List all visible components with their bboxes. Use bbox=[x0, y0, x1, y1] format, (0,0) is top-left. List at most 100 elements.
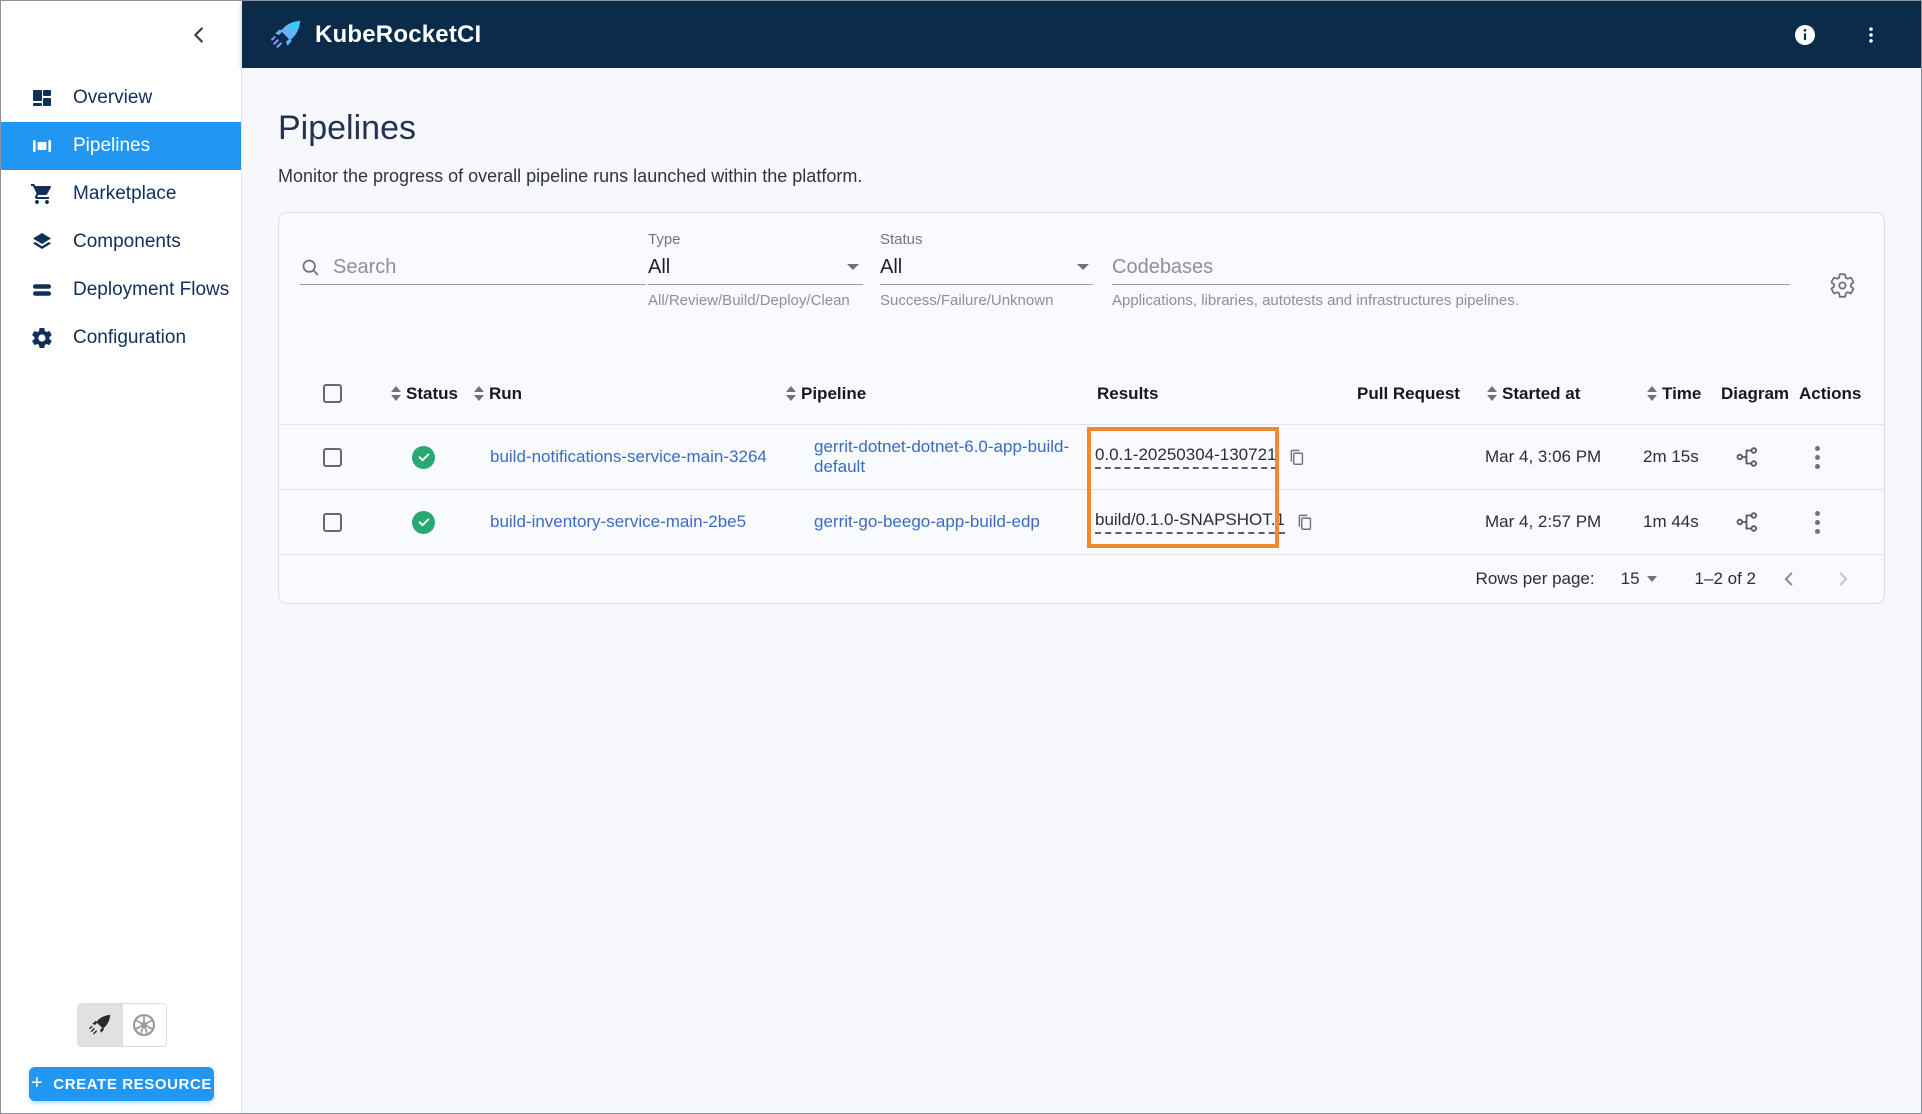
sidebar-nav: Overview Pipelines Marketplace Component… bbox=[1, 68, 241, 362]
rows-per-page-select[interactable]: 15 bbox=[1621, 569, 1657, 589]
type-label: Type bbox=[648, 231, 681, 248]
diagram-button[interactable] bbox=[1735, 445, 1759, 469]
cart-icon bbox=[30, 182, 54, 206]
copy-button[interactable] bbox=[1287, 448, 1306, 467]
select-all-checkbox[interactable] bbox=[323, 384, 342, 403]
view-toggle-group bbox=[76, 1003, 167, 1047]
header-actions bbox=[1785, 15, 1891, 55]
app-header: KubeRocketCI bbox=[242, 1, 1921, 68]
sidebar-collapse-button[interactable] bbox=[182, 18, 216, 52]
dashboard-icon bbox=[30, 86, 54, 110]
sort-icon[interactable] bbox=[474, 386, 484, 401]
pipeline-runs-table: Status Run Pipeline Results Pull Request bbox=[279, 363, 1884, 555]
diagram-button[interactable] bbox=[1735, 510, 1759, 534]
gear-icon bbox=[30, 326, 54, 350]
column-header-actions: Actions bbox=[1799, 383, 1862, 403]
sidebar-item-deployment-flows[interactable]: Deployment Flows bbox=[1, 266, 241, 314]
column-header-pipeline[interactable]: Pipeline bbox=[801, 384, 866, 404]
started-at-value: Mar 4, 3:06 PM bbox=[1485, 447, 1602, 466]
success-status-icon bbox=[412, 445, 435, 469]
column-header-run[interactable]: Run bbox=[489, 384, 522, 404]
rows-per-page-value: 15 bbox=[1620, 568, 1640, 588]
started-at-value: Mar 4, 2:57 PM bbox=[1485, 512, 1602, 531]
create-resource-button[interactable]: + CREATE RESOURCE bbox=[29, 1067, 214, 1101]
table-row: build-inventory-service-main-2be5 gerrit… bbox=[279, 490, 1884, 555]
sidebar-item-label: Configuration bbox=[73, 327, 187, 348]
sidebar-item-pipelines[interactable]: Pipelines bbox=[1, 122, 241, 170]
copy-button[interactable] bbox=[1295, 513, 1314, 532]
sort-icon[interactable] bbox=[391, 386, 401, 401]
diagram-tree-icon bbox=[1736, 512, 1757, 532]
type-helper: All/Review/Build/Deploy/Clean bbox=[648, 292, 850, 309]
time-value: 2m 15s bbox=[1643, 447, 1699, 466]
rocket-icon bbox=[88, 1014, 110, 1035]
sidebar-footer: + CREATE RESOURCE bbox=[1, 1003, 242, 1113]
search-icon bbox=[302, 259, 319, 275]
column-header-started-at[interactable]: Started at bbox=[1502, 384, 1580, 404]
rows-per-page-label: Rows per page: bbox=[1475, 568, 1595, 588]
info-icon bbox=[1795, 24, 1815, 45]
sidebar-item-label: Pipelines bbox=[73, 135, 151, 156]
table-header-row: Status Run Pipeline Results Pull Request bbox=[279, 363, 1884, 425]
header-menu-button[interactable] bbox=[1851, 15, 1891, 55]
table-pagination: Rows per page: 15 1–2 of 2 bbox=[279, 554, 1884, 603]
kubernetes-view-toggle[interactable] bbox=[121, 1004, 166, 1046]
pipelines-icon bbox=[30, 134, 54, 158]
table-settings-button[interactable] bbox=[1820, 263, 1864, 307]
pipeline-link[interactable]: gerrit-dotnet-dotnet-6.0-app-build-defau… bbox=[814, 437, 1089, 477]
column-header-time[interactable]: Time bbox=[1662, 384, 1701, 404]
sidebar-item-overview[interactable]: Overview bbox=[1, 74, 241, 122]
sort-icon[interactable] bbox=[786, 386, 796, 401]
filter-bar: Search Type All All/Review/Build/Deploy/… bbox=[300, 231, 1864, 309]
chevron-down-icon bbox=[847, 264, 859, 270]
sort-icon[interactable] bbox=[1647, 386, 1657, 401]
chevron-down-icon bbox=[1646, 575, 1657, 582]
sidebar-item-components[interactable]: Components bbox=[1, 218, 241, 266]
app-logo: KubeRocketCI bbox=[268, 17, 481, 53]
sidebar-item-marketplace[interactable]: Marketplace bbox=[1, 170, 241, 218]
kebab-menu-icon bbox=[1869, 26, 1873, 43]
row-actions-button[interactable] bbox=[1809, 440, 1826, 475]
status-select[interactable]: Status All Success/Failure/Unknown bbox=[880, 231, 1093, 309]
layers-icon bbox=[30, 230, 54, 254]
chevron-left-icon bbox=[194, 26, 203, 43]
status-label: Status bbox=[880, 231, 923, 248]
sidebar: Overview Pipelines Marketplace Component… bbox=[1, 68, 242, 1113]
result-value[interactable]: build/0.1.0-SNAPSHOT.1 bbox=[1095, 510, 1285, 534]
sidebar-item-label: Components bbox=[73, 231, 181, 252]
chevron-left-icon bbox=[1784, 571, 1793, 586]
rocket-logo-icon bbox=[271, 20, 301, 48]
copy-icon bbox=[1298, 514, 1312, 530]
codebases-field[interactable]: Codebases Applications, libraries, autot… bbox=[1112, 231, 1790, 309]
sidebar-item-configuration[interactable]: Configuration bbox=[1, 314, 241, 362]
time-value: 1m 44s bbox=[1643, 512, 1699, 531]
result-value[interactable]: 0.0.1-20250304-130721 bbox=[1095, 445, 1277, 469]
settings-gear-icon bbox=[1830, 272, 1854, 298]
previous-page-button[interactable] bbox=[1768, 558, 1810, 600]
success-status-icon bbox=[412, 510, 435, 534]
kubernetes-icon bbox=[132, 1013, 156, 1037]
sidebar-item-label: Overview bbox=[73, 87, 153, 108]
sidebar-item-label: Marketplace bbox=[73, 183, 177, 204]
search-placeholder: Search bbox=[333, 255, 397, 278]
main-content: Pipelines Monitor the progress of overal… bbox=[242, 68, 1921, 1113]
next-page-button[interactable] bbox=[1822, 558, 1864, 600]
codebases-placeholder: Codebases bbox=[1112, 255, 1214, 278]
search-field[interactable]: Search bbox=[300, 231, 646, 285]
run-link[interactable]: build-inventory-service-main-2be5 bbox=[490, 512, 746, 532]
type-select[interactable]: Type All All/Review/Build/Deploy/Clean bbox=[648, 231, 863, 309]
rocket-view-toggle[interactable] bbox=[77, 1004, 122, 1046]
app-window: KubeRocketCI Overview Pipelines Marketpl… bbox=[0, 0, 1922, 1114]
column-header-pull-request: Pull Request bbox=[1357, 383, 1460, 403]
top-bar: KubeRocketCI bbox=[1, 1, 1921, 68]
row-checkbox[interactable] bbox=[323, 512, 342, 532]
row-checkbox[interactable] bbox=[323, 447, 342, 467]
pipeline-link[interactable]: gerrit-go-beego-app-build-edp bbox=[814, 512, 1040, 532]
column-header-status[interactable]: Status bbox=[406, 384, 458, 404]
flows-icon bbox=[30, 278, 54, 302]
run-link[interactable]: build-notifications-service-main-3264 bbox=[490, 447, 767, 467]
info-button[interactable] bbox=[1785, 15, 1825, 55]
status-value: All bbox=[880, 255, 903, 278]
row-actions-button[interactable] bbox=[1809, 505, 1826, 540]
sort-icon[interactable] bbox=[1487, 386, 1497, 401]
